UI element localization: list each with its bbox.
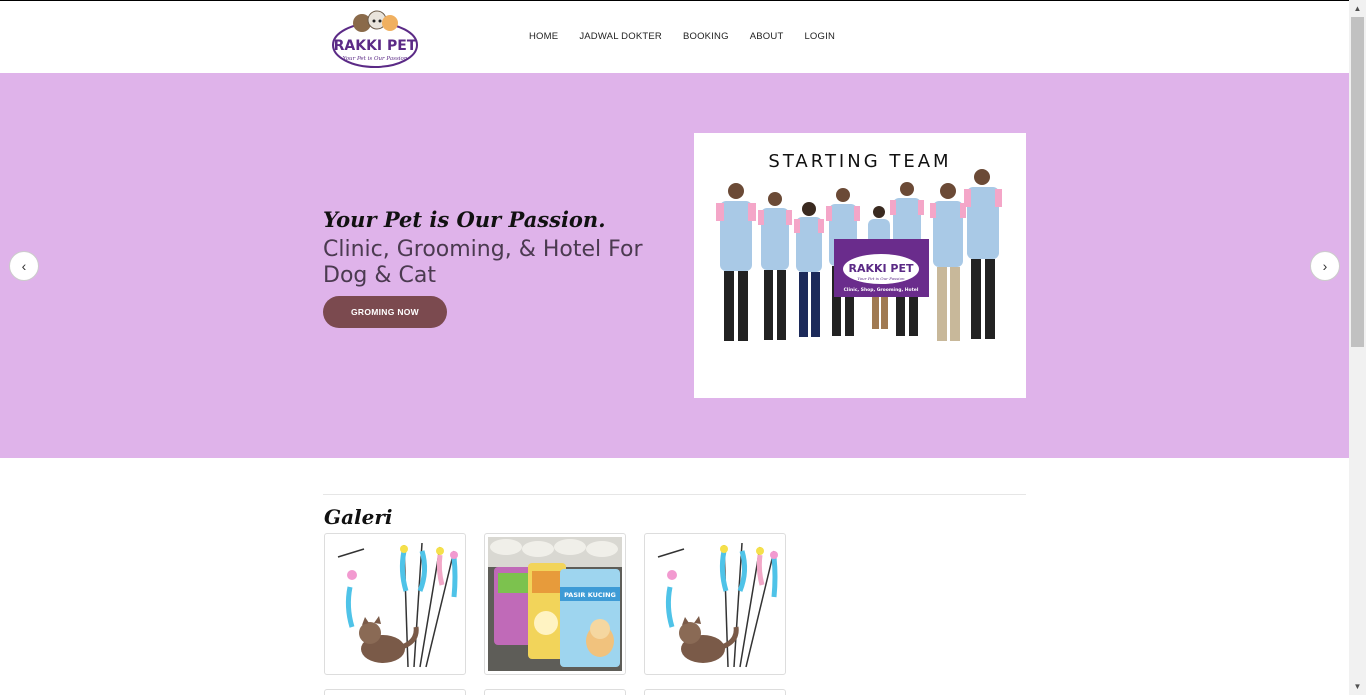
nav-about[interactable]: ABOUT	[750, 31, 784, 42]
svg-text:Your Pet is Our Passion: Your Pet is Our Passion	[857, 276, 905, 281]
gallery-image-cat-toy	[328, 537, 462, 671]
hero-carousel: Your Pet is Our Passion. Clinic, Groomin…	[0, 73, 1349, 458]
brand-logo[interactable]: RAKKI PET Your Pet is Our Passion	[330, 9, 420, 69]
scroll-down-arrow-icon[interactable]: ▼	[1349, 678, 1366, 695]
gallery-item[interactable]: PASIR KUCING	[484, 533, 626, 675]
gallery-item[interactable]	[644, 533, 786, 675]
nav-login[interactable]: LOGIN	[804, 31, 835, 42]
litter-bag-label: PASIR KUCING	[564, 591, 616, 599]
logo-wordmark: RAKKI PET	[334, 38, 417, 54]
svg-text:Clinic, Shop, Grooming, Hotel: Clinic, Shop, Grooming, Hotel	[844, 287, 919, 293]
main-nav: HOME JADWAL DOKTER BOOKING ABOUT LOGIN	[529, 31, 856, 42]
site-header: RAKKI PET Your Pet is Our Passion HOME J…	[0, 1, 1349, 73]
gallery-image-litter-bags: PASIR KUCING	[488, 537, 622, 671]
gallery-item[interactable]	[324, 533, 466, 675]
carousel-prev-button[interactable]: ‹	[9, 251, 39, 281]
gallery-item[interactable]	[324, 689, 466, 695]
gallery-title: Galeri	[324, 505, 393, 529]
nav-home[interactable]: HOME	[529, 31, 558, 42]
hero-tagline: Your Pet is Our Passion.	[323, 207, 606, 232]
scroll-up-arrow-icon[interactable]: ▲	[1349, 0, 1366, 17]
logo-tagline: Your Pet is Our Passion	[343, 56, 408, 62]
rakki-pet-banner: RAKKI PET Your Pet is Our Passion Clinic…	[834, 239, 929, 297]
page-scrollbar[interactable]: ▲ ▼	[1349, 0, 1366, 695]
svg-text:RAKKI PET: RAKKI PET	[848, 262, 914, 275]
nav-booking[interactable]: BOOKING	[683, 31, 729, 42]
team-photo: STARTING TEAM RAKKI PET Your Pet is Our …	[694, 133, 1026, 398]
hero-subtitle: Clinic, Grooming, & Hotel For Dog & Cat	[323, 237, 643, 288]
scrollbar-thumb[interactable]	[1351, 17, 1364, 347]
gallery-item[interactable]	[484, 689, 626, 695]
nav-jadwal-dokter[interactable]: JADWAL DOKTER	[579, 31, 662, 42]
section-divider	[323, 494, 1026, 495]
chevron-right-icon: ›	[1322, 258, 1328, 274]
gallery-image-cat-toy	[648, 537, 782, 671]
chevron-left-icon: ‹	[21, 258, 27, 274]
carousel-next-button[interactable]: ›	[1310, 251, 1340, 281]
gallery-item[interactable]	[644, 689, 786, 695]
grooming-now-button[interactable]: GROMING NOW	[323, 296, 447, 328]
